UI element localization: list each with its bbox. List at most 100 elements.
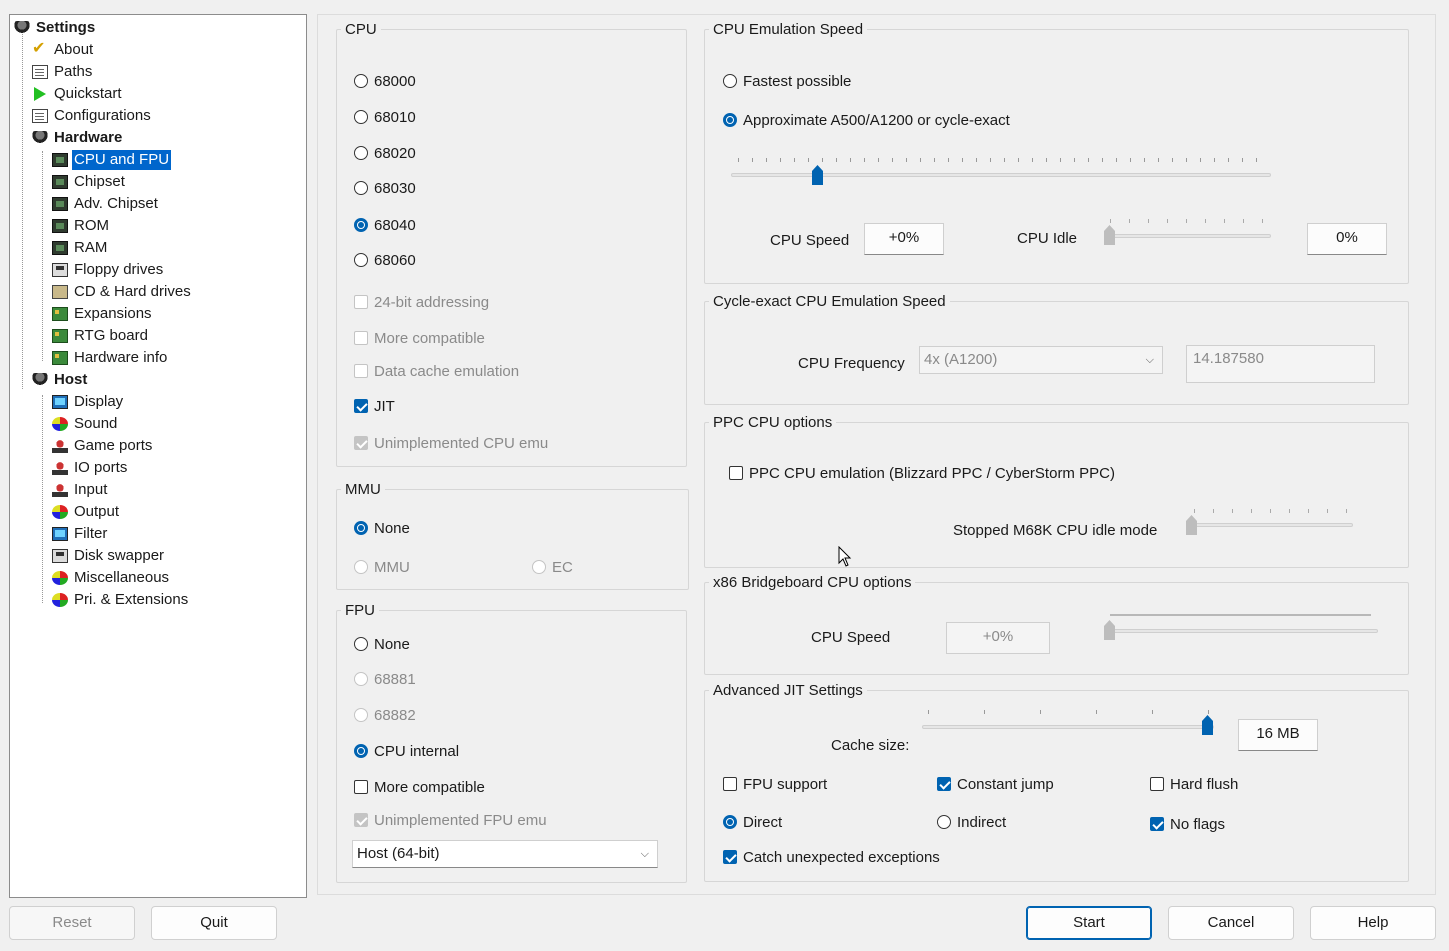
radio-circle: [937, 815, 951, 829]
fpu-radio-68881[interactable]: 68881: [354, 669, 416, 689]
tree-item-sound[interactable]: Sound: [52, 414, 119, 434]
tree-item-paths[interactable]: Paths: [32, 62, 94, 82]
checkbox-label: Constant jump: [957, 775, 1054, 793]
cpu-more-compatible-checkbox[interactable]: More compatible: [354, 328, 485, 348]
tree-item-settings[interactable]: Settings: [14, 18, 97, 38]
reset-button[interactable]: Reset: [9, 906, 135, 940]
checkbox-box: [354, 436, 368, 450]
tree-item-floppy[interactable]: Floppy drives: [52, 260, 165, 280]
fpu-radio-68882[interactable]: 68882: [354, 705, 416, 725]
radio-label: 68030: [374, 179, 416, 197]
radio-label: 68881: [374, 670, 416, 688]
cpu-radio-68040[interactable]: 68040: [354, 215, 416, 235]
tree-item-cd-hd[interactable]: CD & Hard drives: [52, 282, 193, 302]
cpu-frequency-label: CPU Frequency: [798, 355, 905, 372]
mmu-radio-mmu[interactable]: MMU: [354, 557, 410, 577]
radio-label: 68060: [374, 251, 416, 269]
hard-flush-checkbox[interactable]: Hard flush: [1150, 774, 1238, 794]
constant-jump-checkbox[interactable]: Constant jump: [937, 774, 1054, 794]
cache-size-slider-track[interactable]: [922, 725, 1214, 729]
fpu-radio-none[interactable]: None: [354, 634, 410, 654]
cpu-frequency-field[interactable]: 14.187580: [1186, 345, 1375, 383]
cpu-radio-68000[interactable]: 68000: [354, 71, 416, 91]
cache-size-field[interactable]: 16 MB: [1238, 719, 1318, 751]
fpu-mode-select[interactable]: Host (64-bit) ⌵: [352, 840, 658, 868]
ppc-idle-ticks: [1194, 509, 1352, 513]
ram-chip-icon: [52, 241, 68, 255]
unimpl-fpu-checkbox[interactable]: Unimplemented FPU emu: [354, 810, 547, 830]
fpu-more-compatible-checkbox[interactable]: More compatible: [354, 777, 485, 797]
tree-item-cpu-fpu[interactable]: CPU and FPU: [52, 150, 172, 170]
settings-tree[interactable]: Settings About Paths Quickstart Configur…: [9, 14, 307, 898]
tree-label: Sound: [74, 415, 118, 432]
jit-checkbox[interactable]: JIT: [354, 396, 395, 416]
tree-item-adv-chipset[interactable]: Adv. Chipset: [52, 194, 160, 214]
mmu-radio-none[interactable]: None: [354, 518, 410, 538]
cpu-radio-68020[interactable]: 68020: [354, 143, 416, 163]
cpu-idle-slider-track[interactable]: [1104, 234, 1271, 238]
cancel-button[interactable]: Cancel: [1168, 906, 1294, 940]
checkbox-box: [723, 850, 737, 864]
jit-radio-indirect[interactable]: Indirect: [937, 812, 1006, 832]
tree-item-chipset[interactable]: Chipset: [52, 172, 127, 192]
radio-label: 68040: [374, 216, 416, 234]
fpu-support-checkbox[interactable]: FPU support: [723, 774, 827, 794]
tree-item-host[interactable]: Host: [32, 370, 89, 390]
cpu-frequency-select[interactable]: 4x (A1200) ⌵: [919, 346, 1163, 374]
help-button[interactable]: Help: [1310, 906, 1436, 940]
radio-label: Approximate A500/A1200 or cycle-exact: [743, 111, 1010, 129]
speed-radio-approx[interactable]: Approximate A500/A1200 or cycle-exact: [723, 110, 1010, 130]
data-cache-checkbox[interactable]: Data cache emulation: [354, 361, 519, 381]
addr24-checkbox[interactable]: 24-bit addressing: [354, 292, 489, 312]
tree-item-filter[interactable]: Filter: [52, 524, 109, 544]
tree-label: Floppy drives: [74, 261, 164, 278]
tree-item-configurations[interactable]: Configurations: [32, 106, 153, 126]
tree-item-misc[interactable]: Miscellaneous: [52, 568, 171, 588]
radio-circle: [354, 637, 368, 651]
tree-label: Filter: [74, 525, 108, 542]
tree-item-rtg[interactable]: RTG board: [52, 326, 150, 346]
catch-exceptions-checkbox[interactable]: Catch unexpected exceptions: [723, 847, 940, 867]
checkbox-box: [1150, 777, 1164, 791]
tree-item-rom[interactable]: ROM: [52, 216, 111, 236]
tree-item-quickstart[interactable]: Quickstart: [32, 84, 124, 104]
tree-label: Miscellaneous: [74, 569, 170, 586]
mmu-radio-ec[interactable]: EC: [532, 557, 573, 577]
x86-cpu-speed-field[interactable]: +0%: [946, 622, 1050, 654]
radio-circle: [354, 521, 368, 535]
tree-item-output[interactable]: Output: [52, 502, 121, 522]
chevron-down-icon: ⌵: [1145, 354, 1154, 366]
ppc-emulation-checkbox[interactable]: PPC CPU emulation (Blizzard PPC / CyberS…: [729, 463, 1115, 483]
x86-speed-slider-track[interactable]: [1104, 629, 1378, 633]
checkbox-label: Hard flush: [1170, 775, 1239, 793]
cpu-radio-68010[interactable]: 68010: [354, 107, 416, 127]
tree-item-ram[interactable]: RAM: [52, 238, 109, 258]
cpu-speed-field[interactable]: +0%: [864, 223, 944, 255]
cpu-radio-68060[interactable]: 68060: [354, 250, 416, 270]
tree-item-input[interactable]: Input: [52, 480, 109, 500]
jit-radio-direct[interactable]: Direct: [723, 812, 782, 832]
tree-item-diskswapper[interactable]: Disk swapper: [52, 546, 166, 566]
ppc-idle-slider-track[interactable]: [1186, 523, 1353, 527]
unimpl-cpu-checkbox[interactable]: Unimplemented CPU emu: [354, 433, 548, 453]
speed-radio-fastest[interactable]: Fastest possible: [723, 71, 851, 91]
tree-item-display[interactable]: Display: [52, 392, 125, 412]
quit-button[interactable]: Quit: [151, 906, 277, 940]
tree-item-gameports[interactable]: Game ports: [52, 436, 154, 456]
tree-label: Output: [74, 503, 120, 520]
cpu-idle-field[interactable]: 0%: [1307, 223, 1387, 255]
ppc-group: PPC CPU options: [704, 414, 1409, 568]
output-icon: [52, 505, 68, 519]
tree-item-ioports[interactable]: IO ports: [52, 458, 129, 478]
tree-item-pri-ext[interactable]: Pri. & Extensions: [52, 590, 190, 610]
radio-label: 68000: [374, 72, 416, 90]
tree-label: RTG board: [74, 327, 148, 344]
no-flags-checkbox[interactable]: No flags: [1150, 814, 1225, 834]
tree-item-about[interactable]: About: [32, 39, 95, 60]
tree-item-hwinfo[interactable]: Hardware info: [52, 348, 169, 368]
fpu-radio-internal[interactable]: CPU internal: [354, 741, 459, 761]
tree-item-expansions[interactable]: Expansions: [52, 304, 154, 324]
cpu-radio-68030[interactable]: 68030: [354, 178, 416, 198]
start-button[interactable]: Start: [1026, 906, 1152, 940]
tree-item-hardware[interactable]: Hardware: [32, 128, 124, 148]
